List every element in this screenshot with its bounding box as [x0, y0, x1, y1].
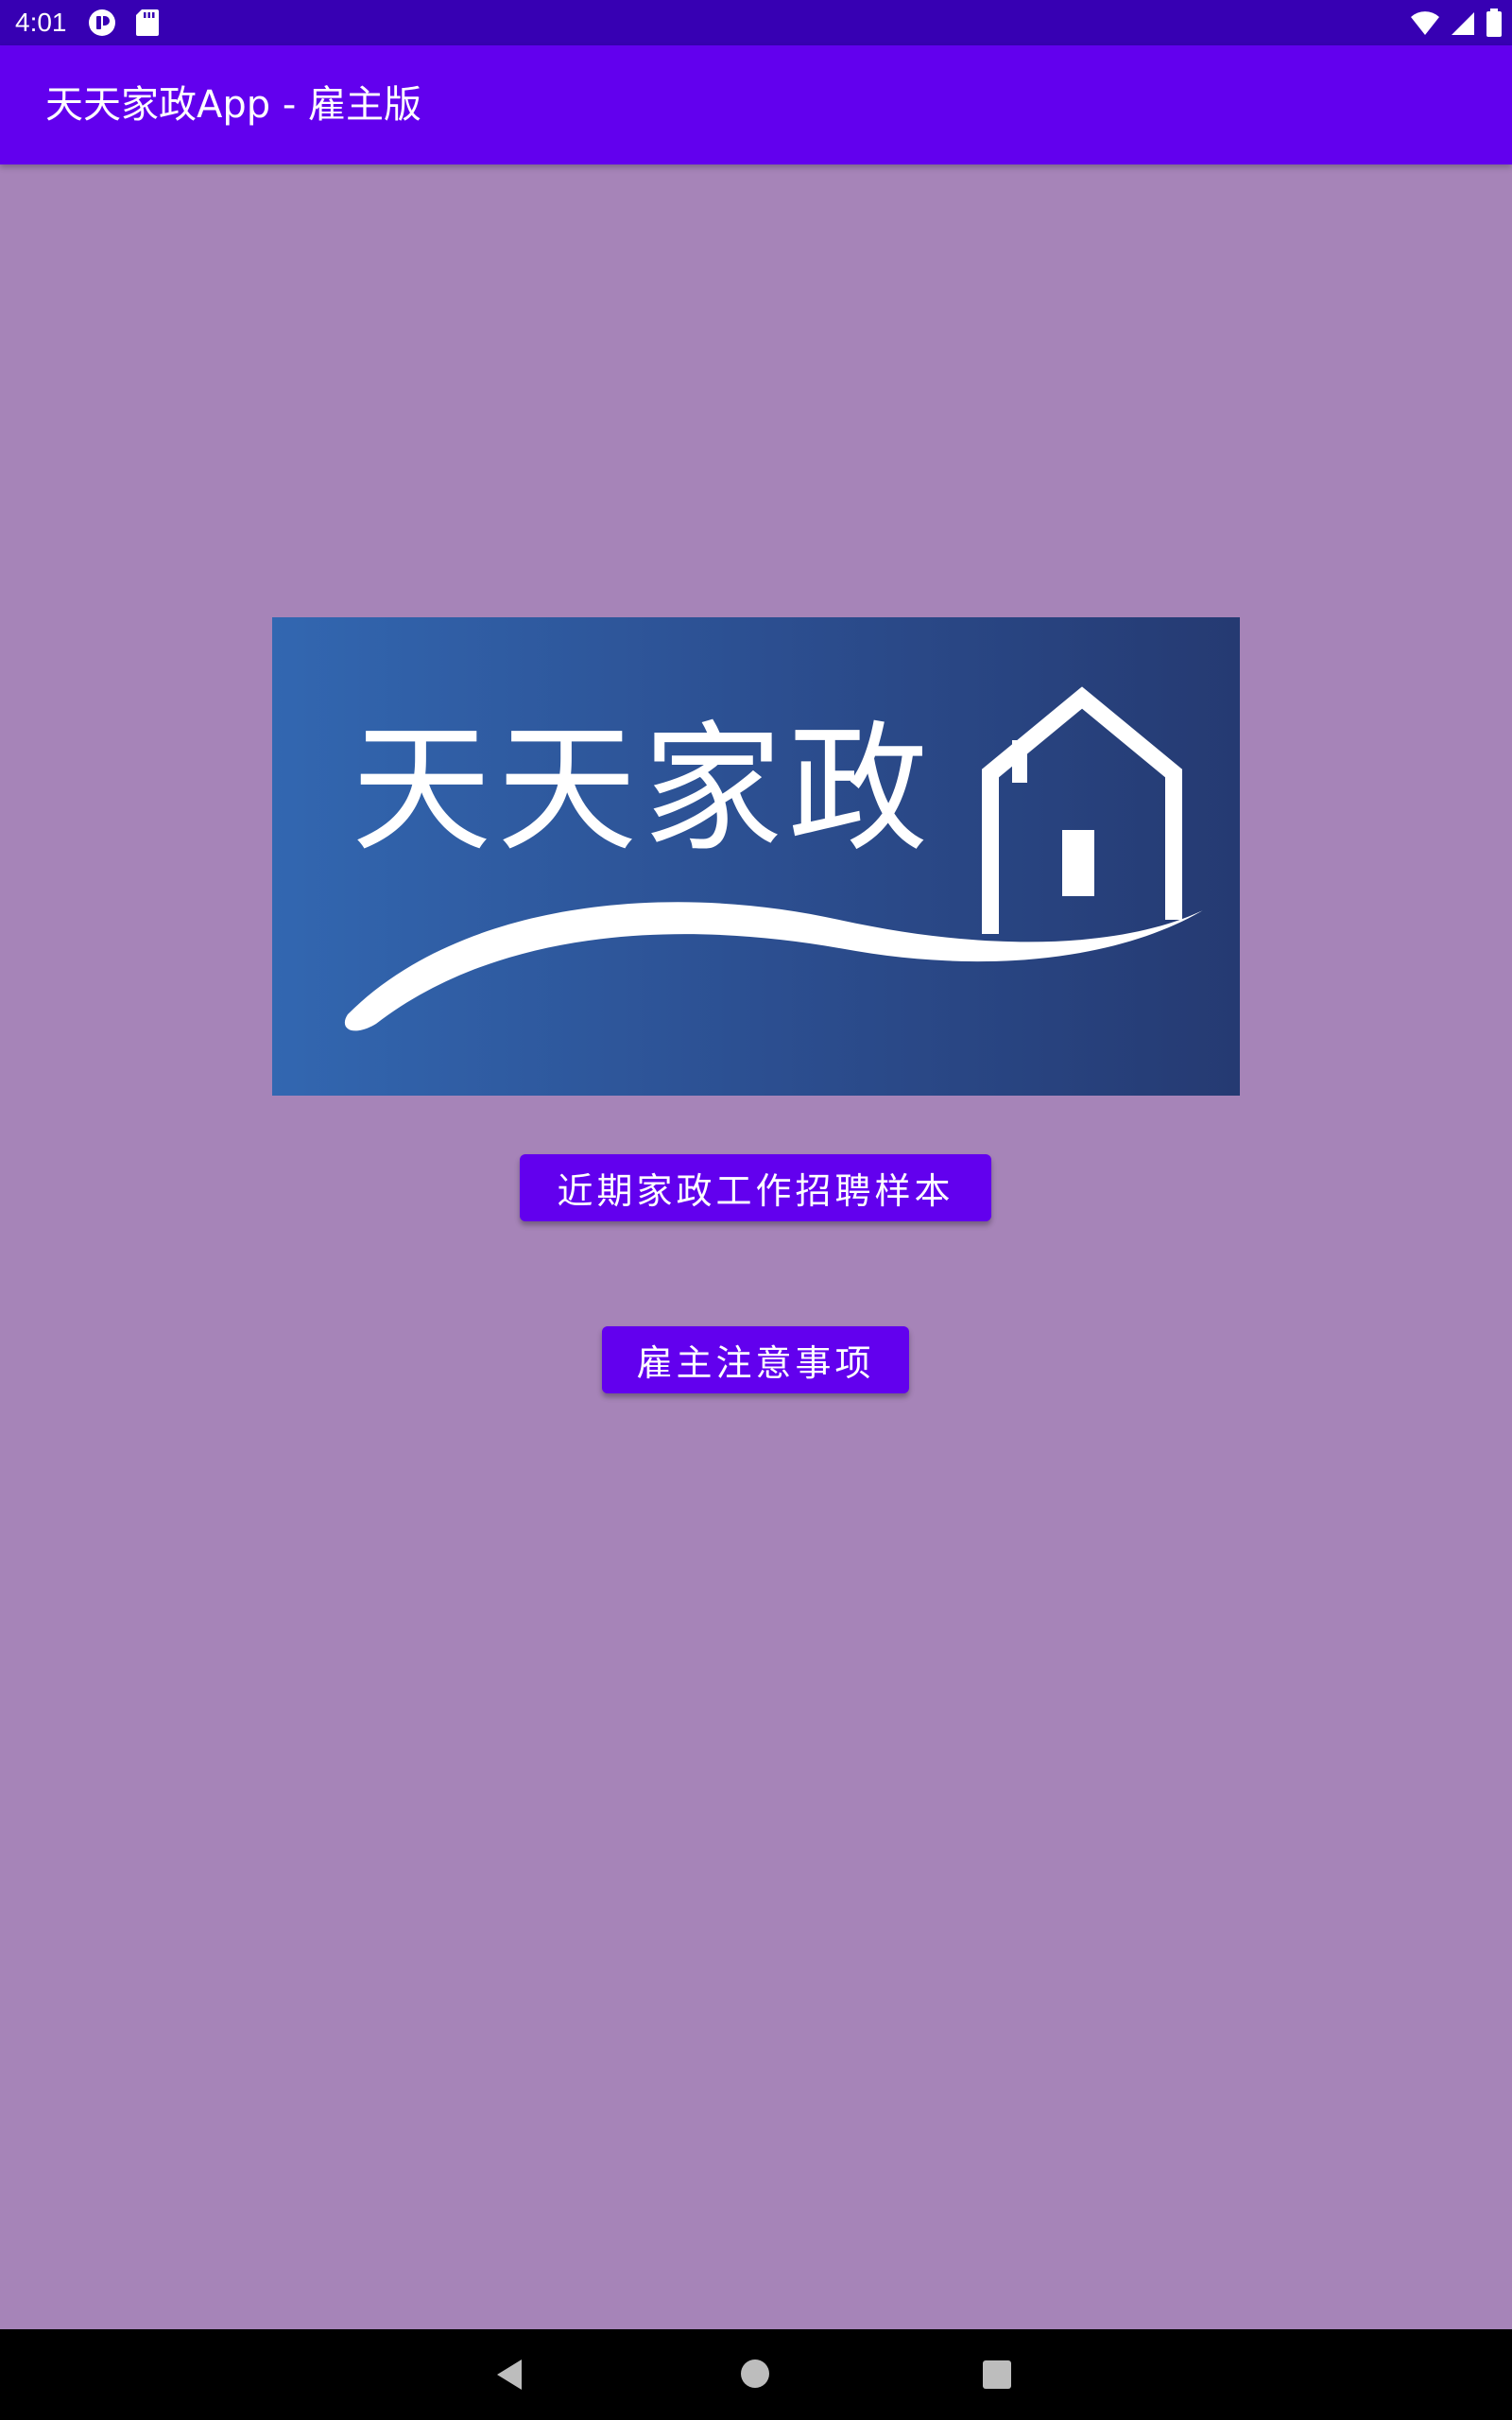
navigation-bar [0, 2329, 1512, 2420]
status-time: 4:01 [15, 8, 67, 37]
status-bar: 4:01 [0, 0, 1512, 45]
cell-signal-icon [1450, 9, 1476, 41]
battery-icon [1486, 8, 1503, 42]
wifi-icon [1410, 9, 1440, 41]
app-bar: 天天家政App - 雇主版 [0, 45, 1512, 164]
logo-banner: 天天家政 [272, 617, 1240, 1096]
home-icon[interactable] [741, 2360, 769, 2388]
employer-notes-button[interactable]: 雇主注意事项 [602, 1326, 909, 1393]
status-left-icons [87, 8, 161, 42]
house-icon [344, 686, 1203, 1031]
pocket-icon [87, 8, 117, 42]
back-icon[interactable] [493, 2356, 525, 2397]
recruitment-samples-button[interactable]: 近期家政工作招聘样本 [520, 1154, 991, 1221]
app-title: 天天家政App - 雇主版 [45, 83, 422, 127]
status-right-icons [1410, 8, 1503, 42]
recents-icon[interactable] [983, 2360, 1011, 2389]
sd-card-icon [134, 8, 161, 42]
